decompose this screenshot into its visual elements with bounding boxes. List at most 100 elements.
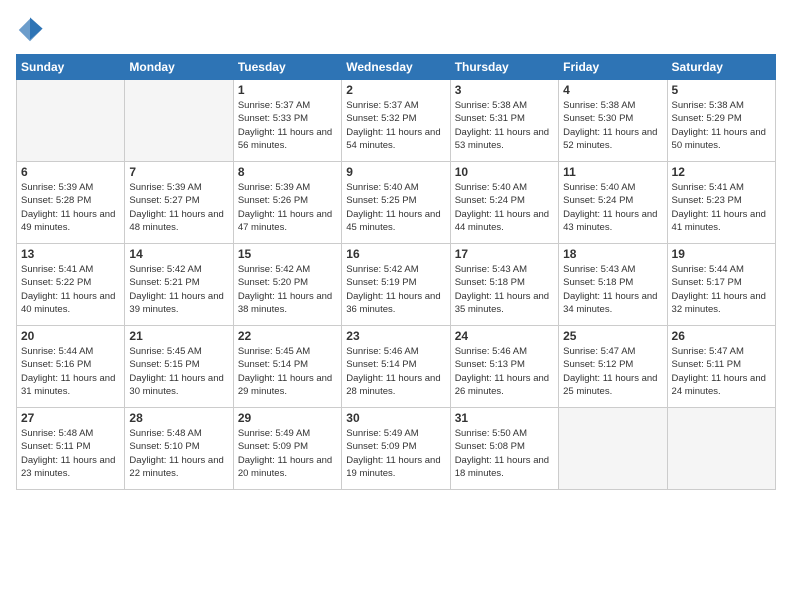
calendar-cell: 14 Sunrise: 5:42 AM Sunset: 5:21 PM Dayli… — [125, 244, 233, 326]
day-detail: Sunrise: 5:42 AM Sunset: 5:19 PM Dayligh… — [346, 263, 445, 316]
day-detail: Sunrise: 5:47 AM Sunset: 5:12 PM Dayligh… — [563, 345, 662, 398]
day-number: 17 — [455, 247, 554, 261]
day-number: 14 — [129, 247, 228, 261]
calendar-table: SundayMondayTuesdayWednesdayThursdayFrid… — [16, 54, 776, 490]
day-number: 27 — [21, 411, 120, 425]
day-detail: Sunrise: 5:48 AM Sunset: 5:11 PM Dayligh… — [21, 427, 120, 480]
day-detail: Sunrise: 5:38 AM Sunset: 5:30 PM Dayligh… — [563, 99, 662, 152]
day-detail: Sunrise: 5:43 AM Sunset: 5:18 PM Dayligh… — [455, 263, 554, 316]
calendar-cell: 25Sunrise: 5:47 AM Sunset: 5:12 PM Dayli… — [559, 326, 667, 408]
calendar-week-row: 1 Sunrise: 5:37 AM Sunset: 5:33 PM Daylig… — [17, 80, 776, 162]
calendar-cell — [667, 408, 775, 490]
calendar-cell: 15 Sunrise: 5:42 AM Sunset: 5:20 PM Dayli… — [233, 244, 341, 326]
day-detail: Sunrise: 5:43 AM Sunset: 5:18 PM Dayligh… — [563, 263, 662, 316]
day-detail: Sunrise: 5:38 AM Sunset: 5:29 PM Dayligh… — [672, 99, 771, 152]
day-number: 31 — [455, 411, 554, 425]
day-number: 21 — [129, 329, 228, 343]
day-detail: Sunrise: 5:44 AM Sunset: 5:17 PM Dayligh… — [672, 263, 771, 316]
day-number: 15 — [238, 247, 337, 261]
day-number: 19 — [672, 247, 771, 261]
calendar-cell: 19 Sunrise: 5:44 AM Sunset: 5:17 PM Dayli… — [667, 244, 775, 326]
calendar-cell: 13 Sunrise: 5:41 AM Sunset: 5:22 PM Dayli… — [17, 244, 125, 326]
calendar-week-row: 27 Sunrise: 5:48 AM Sunset: 5:11 PM Dayli… — [17, 408, 776, 490]
day-detail: Sunrise: 5:50 AM Sunset: 5:08 PM Dayligh… — [455, 427, 554, 480]
day-detail: Sunrise: 5:39 AM Sunset: 5:28 PM Dayligh… — [21, 181, 120, 234]
calendar-cell: 17 Sunrise: 5:43 AM Sunset: 5:18 PM Dayli… — [450, 244, 558, 326]
day-number: 4 — [563, 83, 662, 97]
day-detail: Sunrise: 5:42 AM Sunset: 5:20 PM Dayligh… — [238, 263, 337, 316]
day-detail: Sunrise: 5:40 AM Sunset: 5:25 PM Dayligh… — [346, 181, 445, 234]
calendar-cell: 23Sunrise: 5:46 AM Sunset: 5:14 PM Dayli… — [342, 326, 450, 408]
calendar-cell: 3Sunrise: 5:38 AM Sunset: 5:31 PM Daylig… — [450, 80, 558, 162]
calendar-cell — [17, 80, 125, 162]
calendar-cell: 29 Sunrise: 5:49 AM Sunset: 5:09 PM Dayli… — [233, 408, 341, 490]
calendar-cell: 24Sunrise: 5:46 AM Sunset: 5:13 PM Dayli… — [450, 326, 558, 408]
calendar-cell: 26 Sunrise: 5:47 AM Sunset: 5:11 PM Dayli… — [667, 326, 775, 408]
day-number: 8 — [238, 165, 337, 179]
calendar-cell: 31 Sunrise: 5:50 AM Sunset: 5:08 PM Dayli… — [450, 408, 558, 490]
calendar-cell: 4 Sunrise: 5:38 AM Sunset: 5:30 PM Daylig… — [559, 80, 667, 162]
column-header-tuesday: Tuesday — [233, 55, 341, 80]
calendar-cell: 18 Sunrise: 5:43 AM Sunset: 5:18 PM Dayli… — [559, 244, 667, 326]
day-detail: Sunrise: 5:49 AM Sunset: 5:09 PM Dayligh… — [238, 427, 337, 480]
day-detail: Sunrise: 5:45 AM Sunset: 5:14 PM Dayligh… — [238, 345, 337, 398]
column-header-monday: Monday — [125, 55, 233, 80]
calendar-week-row: 20 Sunrise: 5:44 AM Sunset: 5:16 PM Dayli… — [17, 326, 776, 408]
day-detail: Sunrise: 5:47 AM Sunset: 5:11 PM Dayligh… — [672, 345, 771, 398]
page-header — [16, 16, 776, 44]
column-header-sunday: Sunday — [17, 55, 125, 80]
day-number: 29 — [238, 411, 337, 425]
day-detail: Sunrise: 5:48 AM Sunset: 5:10 PM Dayligh… — [129, 427, 228, 480]
calendar-cell: 28 Sunrise: 5:48 AM Sunset: 5:10 PM Dayli… — [125, 408, 233, 490]
day-number: 11 — [563, 165, 662, 179]
calendar-cell: 8 Sunrise: 5:39 AM Sunset: 5:26 PM Daylig… — [233, 162, 341, 244]
day-detail: Sunrise: 5:44 AM Sunset: 5:16 PM Dayligh… — [21, 345, 120, 398]
calendar-cell — [559, 408, 667, 490]
calendar-cell: 27 Sunrise: 5:48 AM Sunset: 5:11 PM Dayli… — [17, 408, 125, 490]
day-detail: Sunrise: 5:42 AM Sunset: 5:21 PM Dayligh… — [129, 263, 228, 316]
day-detail: Sunrise: 5:39 AM Sunset: 5:27 PM Dayligh… — [129, 181, 228, 234]
logo-icon — [16, 16, 44, 44]
day-detail: Sunrise: 5:38 AM Sunset: 5:31 PM Dayligh… — [455, 99, 554, 152]
day-number: 7 — [129, 165, 228, 179]
day-number: 28 — [129, 411, 228, 425]
day-detail: Sunrise: 5:49 AM Sunset: 5:09 PM Dayligh… — [346, 427, 445, 480]
calendar-week-row: 13 Sunrise: 5:41 AM Sunset: 5:22 PM Dayli… — [17, 244, 776, 326]
day-detail: Sunrise: 5:41 AM Sunset: 5:22 PM Dayligh… — [21, 263, 120, 316]
day-number: 18 — [563, 247, 662, 261]
calendar-cell: 7 Sunrise: 5:39 AM Sunset: 5:27 PM Daylig… — [125, 162, 233, 244]
day-number: 5 — [672, 83, 771, 97]
day-number: 9 — [346, 165, 445, 179]
calendar-cell: 30 Sunrise: 5:49 AM Sunset: 5:09 PM Dayli… — [342, 408, 450, 490]
calendar-cell: 10Sunrise: 5:40 AM Sunset: 5:24 PM Dayli… — [450, 162, 558, 244]
calendar-cell: 9 Sunrise: 5:40 AM Sunset: 5:25 PM Daylig… — [342, 162, 450, 244]
day-number: 26 — [672, 329, 771, 343]
column-header-thursday: Thursday — [450, 55, 558, 80]
day-detail: Sunrise: 5:39 AM Sunset: 5:26 PM Dayligh… — [238, 181, 337, 234]
day-detail: Sunrise: 5:37 AM Sunset: 5:32 PM Dayligh… — [346, 99, 445, 152]
day-number: 24 — [455, 329, 554, 343]
day-number: 1 — [238, 83, 337, 97]
calendar-cell: 6 Sunrise: 5:39 AM Sunset: 5:28 PM Daylig… — [17, 162, 125, 244]
day-number: 20 — [21, 329, 120, 343]
day-detail: Sunrise: 5:41 AM Sunset: 5:23 PM Dayligh… — [672, 181, 771, 234]
day-number: 30 — [346, 411, 445, 425]
calendar-cell: 2Sunrise: 5:37 AM Sunset: 5:32 PM Daylig… — [342, 80, 450, 162]
day-number: 22 — [238, 329, 337, 343]
calendar-cell: 22 Sunrise: 5:45 AM Sunset: 5:14 PM Dayli… — [233, 326, 341, 408]
calendar-header-row: SundayMondayTuesdayWednesdayThursdayFrid… — [17, 55, 776, 80]
day-number: 6 — [21, 165, 120, 179]
calendar-cell: 1 Sunrise: 5:37 AM Sunset: 5:33 PM Daylig… — [233, 80, 341, 162]
calendar-cell: 21 Sunrise: 5:45 AM Sunset: 5:15 PM Dayli… — [125, 326, 233, 408]
calendar-cell: 16Sunrise: 5:42 AM Sunset: 5:19 PM Dayli… — [342, 244, 450, 326]
day-number: 13 — [21, 247, 120, 261]
logo — [16, 16, 48, 44]
day-number: 12 — [672, 165, 771, 179]
day-detail: Sunrise: 5:45 AM Sunset: 5:15 PM Dayligh… — [129, 345, 228, 398]
column-header-friday: Friday — [559, 55, 667, 80]
day-detail: Sunrise: 5:37 AM Sunset: 5:33 PM Dayligh… — [238, 99, 337, 152]
calendar-cell — [125, 80, 233, 162]
day-number: 23 — [346, 329, 445, 343]
column-header-saturday: Saturday — [667, 55, 775, 80]
column-header-wednesday: Wednesday — [342, 55, 450, 80]
